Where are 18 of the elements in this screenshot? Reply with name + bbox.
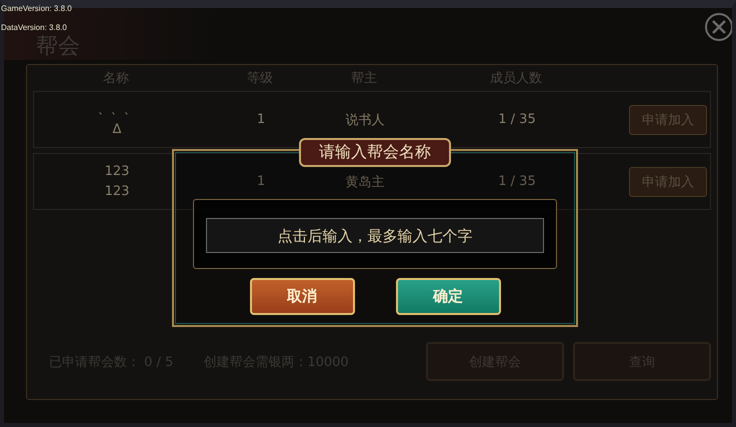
confirm-button[interactable]: 确定 <box>396 278 500 315</box>
guild-name-field[interactable]: 点击后输入，最多输入七个字 <box>206 218 544 253</box>
guild-level: 1 <box>256 112 266 127</box>
close-icon <box>704 12 732 42</box>
guild-name: Δ <box>112 120 122 138</box>
guild-name: 、、、 <box>96 100 138 118</box>
guild-name: 123 <box>104 182 130 200</box>
guild-leader: 黄岛主 <box>344 174 386 190</box>
dialog-title: 请输入帮会名称 <box>299 138 451 167</box>
cancel-button[interactable]: 取消 <box>250 278 354 315</box>
version-label: GameVersion: 3.8.0 <box>1 4 72 14</box>
guild-level: 1 <box>256 174 266 189</box>
guild-members: 1 / 35 <box>497 112 537 127</box>
guild-members: 1 / 35 <box>497 174 537 189</box>
close-button[interactable] <box>704 12 732 42</box>
version-label: DataVersion: 3.8.0 <box>1 23 67 33</box>
guild-name: 123 <box>104 162 130 180</box>
guild-leader: 说书人 <box>344 112 386 128</box>
